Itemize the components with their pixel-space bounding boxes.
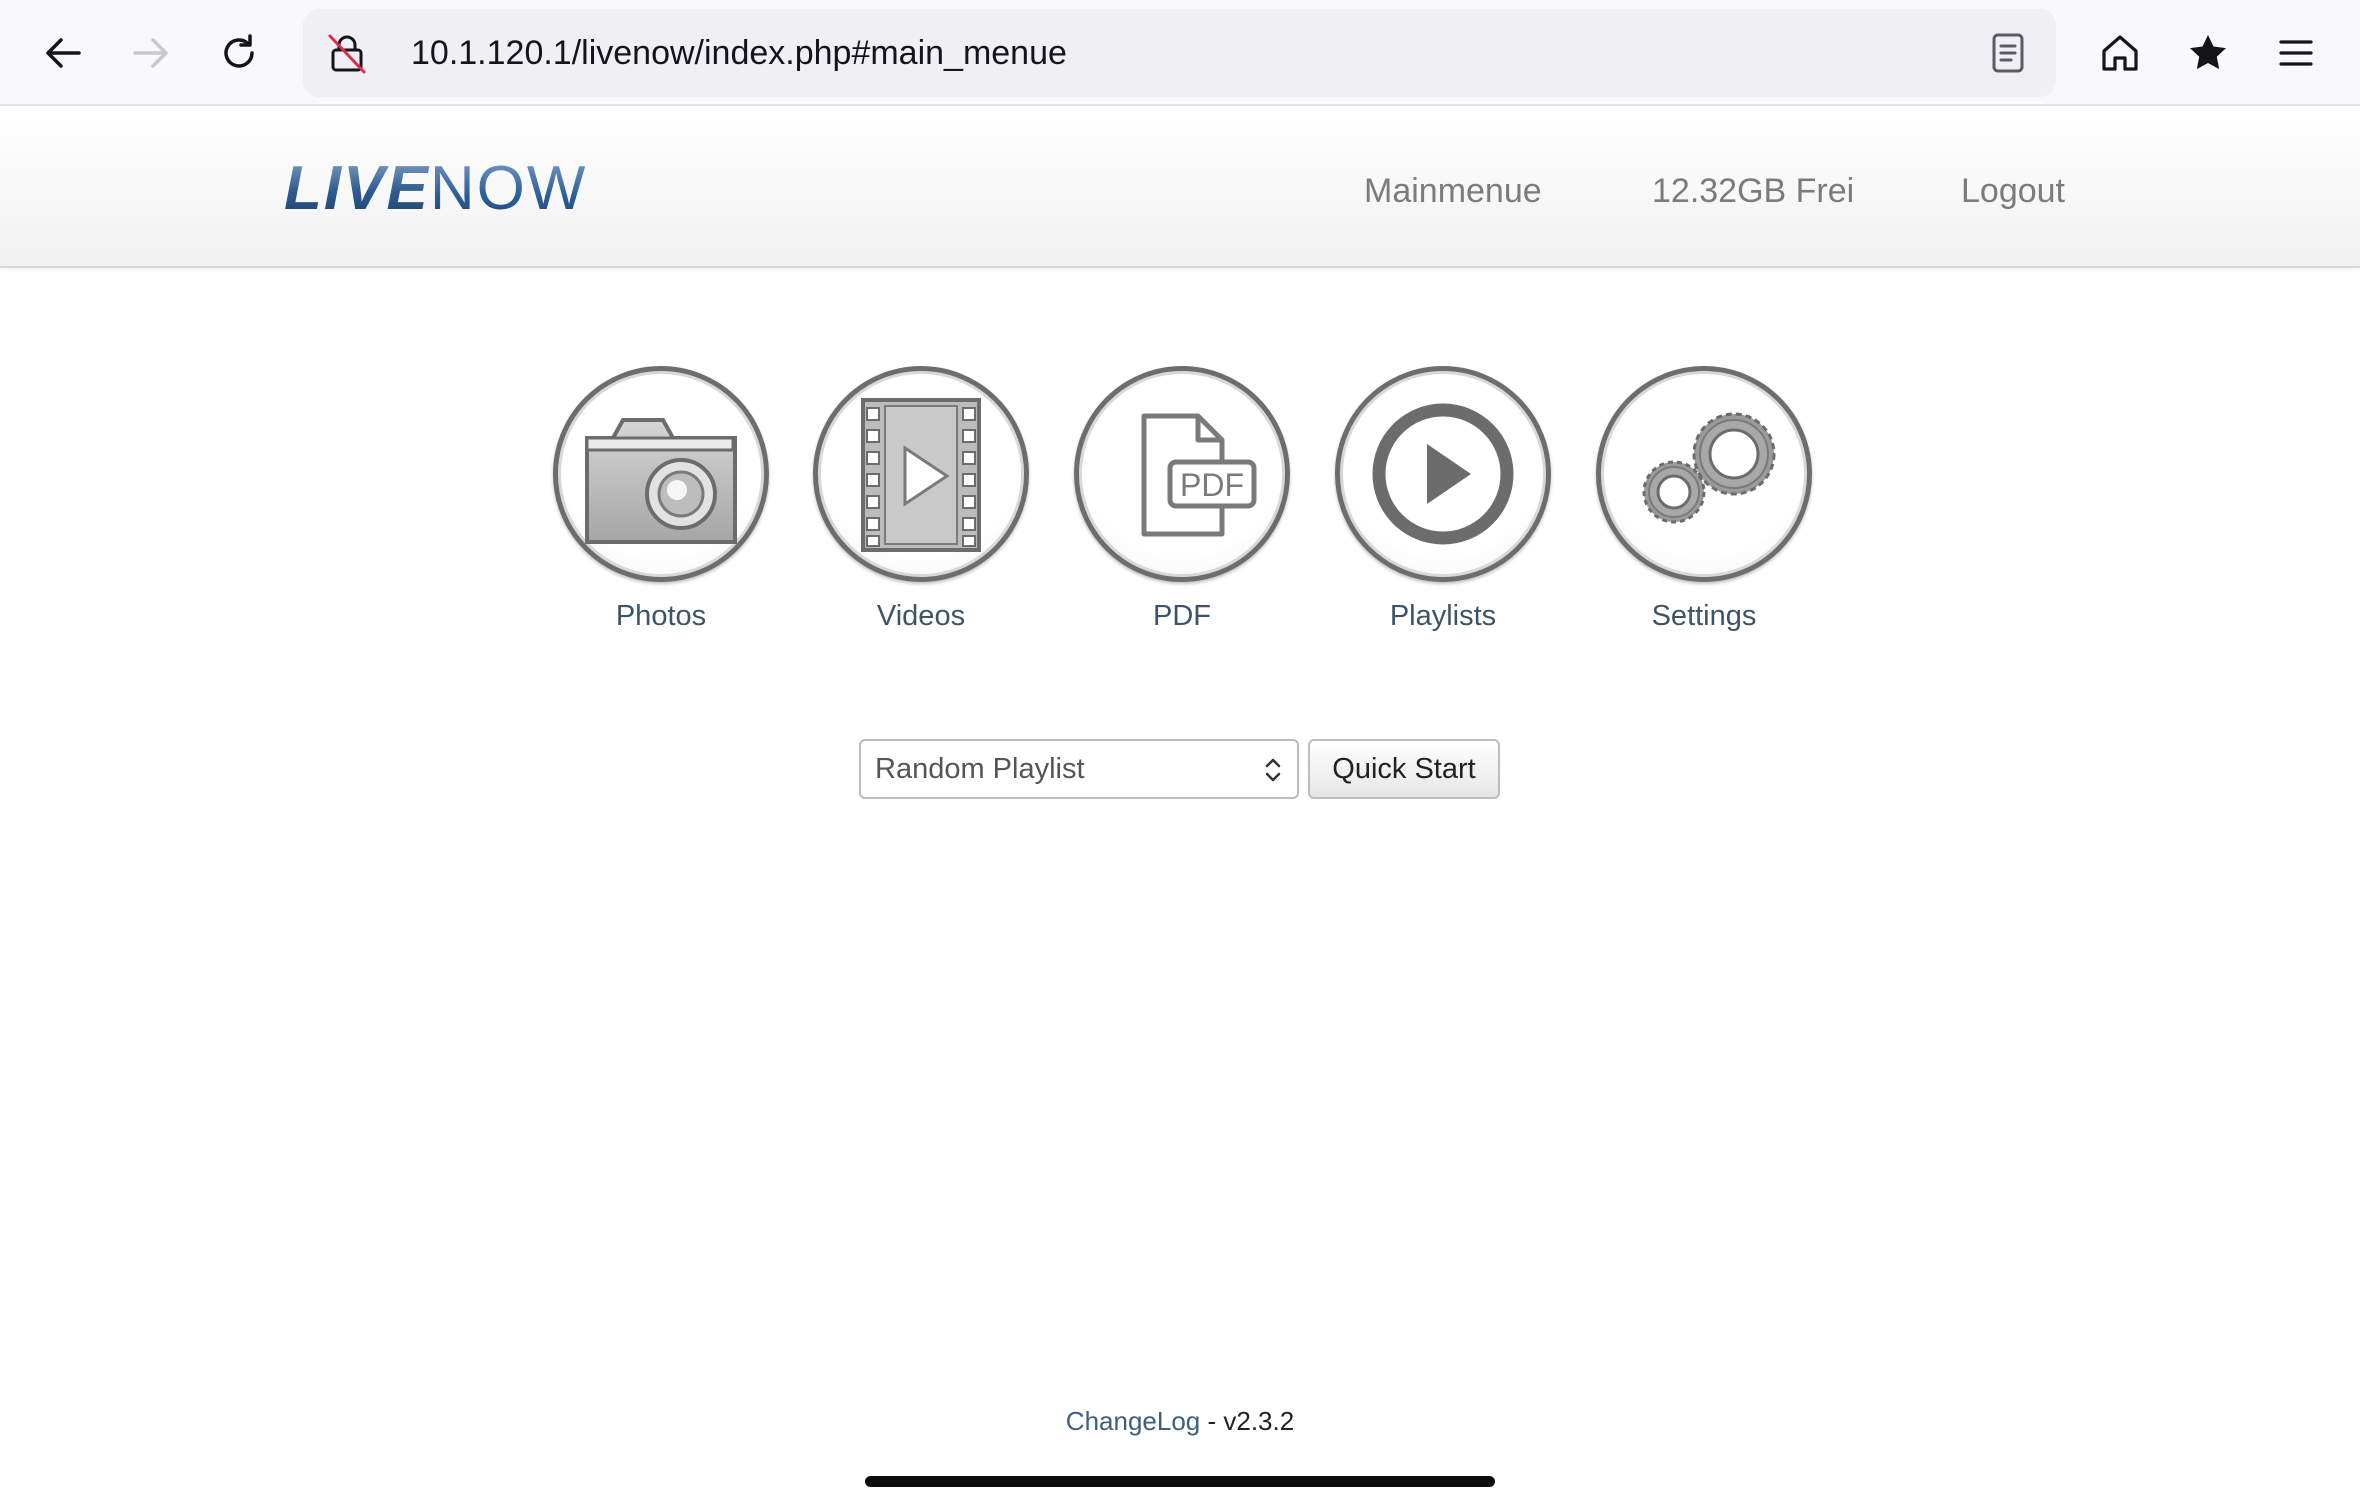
pdf-circle[interactable]: PDF (1074, 366, 1290, 582)
footer: ChangeLog - v2.3.2 (0, 1406, 2360, 1437)
playlist-select-value: Random Playlist (875, 753, 1085, 785)
svg-text:PDF: PDF (1180, 467, 1244, 503)
menu-icon (2279, 40, 2313, 66)
playlists-circle[interactable] (1335, 366, 1551, 582)
nav-storage-free: 12.32GB Frei (1652, 172, 1855, 210)
tile-pdf[interactable]: PDF PDF (1074, 366, 1290, 633)
browser-toolbar: 10.1.120.1/livenow/index.php#main_menue (0, 0, 2360, 106)
footer-separator: - (1200, 1406, 1224, 1436)
tile-label-pdf[interactable]: PDF (1074, 600, 1290, 633)
videos-circle[interactable] (813, 366, 1029, 582)
gears-icon (1642, 412, 1776, 524)
reload-button[interactable] (209, 23, 269, 83)
photos-circle[interactable] (553, 366, 769, 582)
home-indicator (865, 1476, 1495, 1487)
back-icon (46, 38, 81, 68)
settings-circle[interactable] (1596, 366, 1812, 582)
home-icon (2102, 35, 2138, 71)
livenow-logo[interactable]: LIVENOW (284, 156, 587, 222)
bookmarks-button[interactable] (2178, 23, 2238, 83)
site-header: LIVENOW Mainmenue 12.32GB Frei Logout (0, 108, 2360, 268)
tile-label-playlists[interactable]: Playlists (1335, 600, 1551, 633)
nav-logout[interactable]: Logout (1961, 108, 2065, 268)
back-button[interactable] (33, 23, 93, 83)
reload-icon (224, 34, 254, 68)
forward-button[interactable] (121, 23, 181, 83)
insecure-lock-icon[interactable] (325, 31, 369, 75)
menu-button[interactable] (2266, 23, 2326, 83)
camera-icon (585, 418, 737, 544)
tile-playlists[interactable]: Playlists (1335, 366, 1551, 633)
select-updown-icon (1265, 758, 1281, 782)
home-button[interactable] (2090, 23, 2150, 83)
nav-mainmenue[interactable]: Mainmenue (1364, 108, 1542, 268)
play-circle-icon (1372, 403, 1514, 545)
url-bar[interactable]: 10.1.120.1/livenow/index.php#main_menue (303, 9, 2056, 97)
reader-view-icon[interactable] (1984, 29, 2032, 77)
bookmark-star-icon (2190, 35, 2226, 70)
film-play-icon (861, 398, 981, 552)
playlist-select[interactable]: Random Playlist (859, 739, 1299, 799)
tile-settings[interactable]: Settings (1596, 366, 1812, 633)
changelog-link[interactable]: ChangeLog (1066, 1406, 1200, 1436)
tile-label-settings[interactable]: Settings (1596, 600, 1812, 633)
forward-icon (133, 38, 168, 68)
quick-start-button[interactable]: Quick Start (1308, 739, 1500, 799)
pdf-document-icon: PDF (1141, 413, 1257, 537)
tile-videos[interactable]: Videos (813, 366, 1029, 633)
version-text: v2.3.2 (1223, 1406, 1295, 1436)
tile-label-photos[interactable]: Photos (553, 600, 769, 633)
logo-now: NOW (429, 154, 588, 223)
logo-live: LIVE (284, 154, 430, 223)
tile-photos[interactable]: Photos (553, 366, 769, 633)
url-text[interactable]: 10.1.120.1/livenow/index.php#main_menue (411, 9, 1067, 97)
tile-label-videos[interactable]: Videos (813, 600, 1029, 633)
